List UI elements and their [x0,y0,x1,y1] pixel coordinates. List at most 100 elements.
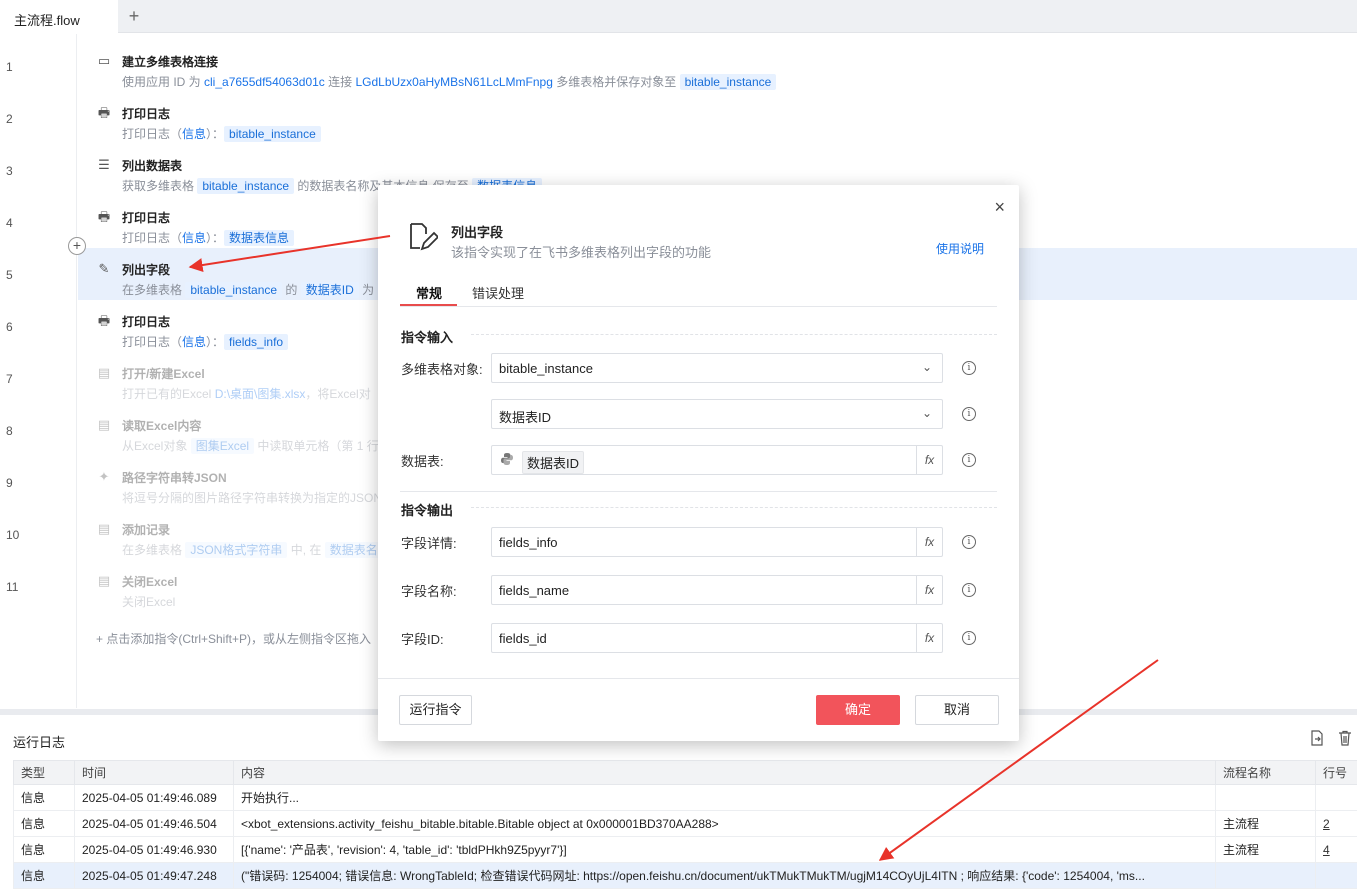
step-text: 获取多维表格 [122,179,198,193]
step-param: 数据表ID [300,282,359,298]
insert-step-icon[interactable]: + [68,237,86,255]
step-text: ，将Excel对 [305,387,371,401]
print-icon: 🖶 [97,209,111,224]
table-label: 数据表: [401,454,444,469]
line-number: 1 [6,60,13,74]
excel-icon: ▤ [97,365,111,380]
step-description: 将逗号分隔的图片路径字符串转换为指定的JSON [122,489,382,506]
step-param: D:\桌面\图集.xlsx [214,387,306,401]
log-cell-time: 2025-04-05 01:49:46.504 [74,810,234,837]
field-name-input[interactable]: fields_name fx [491,575,943,605]
export-icon[interactable] [1310,730,1324,746]
add-tab-icon[interactable]: + [124,6,144,26]
log-cell-time: 2025-04-05 01:49:46.930 [74,836,234,863]
step-param: 数据表信息 [224,230,295,246]
log-cell-line[interactable] [1315,784,1357,811]
info-icon[interactable]: i [962,535,976,549]
log-cell-line[interactable]: 4 [1315,836,1357,863]
table-input[interactable]: 数据表ID fx [491,445,943,475]
ok-button[interactable]: 确定 [816,695,900,725]
column-header[interactable]: 类型 [13,760,75,785]
log-cell-time: 2025-04-05 01:49:47.248 [74,862,234,889]
line-number: 8 [6,424,13,438]
column-header[interactable]: 流程名称 [1215,760,1316,785]
step-title: 打印日志 [122,315,171,329]
flow-step[interactable]: ▭ 建立多维表格连接 使用应用 ID 为 cli_a7655df54063d01c … [78,40,1357,92]
log-cell-line[interactable] [1315,862,1357,889]
log-cell-type: 信息 [13,862,75,889]
tab-main-flow[interactable]: 主流程.flow [0,0,118,33]
field-id-input[interactable]: fields_id fx [491,623,943,653]
fx-icon[interactable]: fx [916,528,942,556]
log-row[interactable]: 信息 2025-04-05 01:49:46.930 [{'name': '产品表'… [13,836,1357,863]
print-icon: 🖶 [97,313,111,328]
step-title: 打开/新建Excel [122,367,205,381]
chevron-down-icon: ⌄ [921,360,932,374]
add-step-hint[interactable]: + 点击添加指令(Ctrl+Shift+P)，或从左侧指令区拖入 [96,630,371,647]
table-mode-select[interactable]: 数据表ID ⌄ [491,399,943,429]
bitable-select[interactable]: bitable_instance ⌄ [491,353,943,383]
python-icon [500,452,514,469]
field-id-value: fields_id [499,631,547,646]
step-title: 列出数据表 [122,159,183,173]
info-icon[interactable]: i [962,583,976,597]
close-icon[interactable]: × [994,197,1005,218]
run-command-button[interactable]: 运行指令 [399,695,472,725]
field-name-value: fields_name [499,583,570,598]
step-text: 打印日志（ [122,335,183,349]
field-id-label: 字段ID: [401,632,444,647]
trash-icon[interactable] [1338,730,1352,746]
step-param: LGdLbUzx0aHyMBsN61LcLMmFnpg [355,75,553,89]
step-text: ）： [206,335,225,349]
bitable-label: 多维表格对象: [401,362,483,377]
help-link[interactable]: 使用说明 [936,240,984,257]
step-text: 从Excel对象 [122,439,191,453]
log-cell-flow: 主流程 [1215,810,1316,837]
step-param: bitable_instance [197,178,295,194]
log-cell-type: 信息 [13,836,75,863]
dialog-footer-divider [378,678,1019,679]
field-detail-input[interactable]: fields_info fx [491,527,943,557]
cancel-button[interactable]: 取消 [915,695,999,725]
run-log-table: 类型 时间 内容 流程名称 行号 信息 2025-04-05 01:49:46.089 开始… [13,760,1357,889]
section-divider [400,491,997,492]
step-description: 打印日志（信息）： bitable_instance [122,125,321,142]
variable-chip[interactable]: 数据表ID [522,451,585,474]
info-icon[interactable]: i [962,407,976,421]
step-param: JSON格式字符串 [185,542,288,558]
column-header[interactable]: 时间 [74,760,234,785]
section-divider [471,507,997,508]
fx-icon[interactable]: fx [916,624,942,652]
tab-general[interactable]: 常规 [416,283,442,302]
step-text: 打印日志（ [122,231,183,245]
step-text: 打开已有的Excel [122,387,215,401]
table-mode-value: 数据表ID [499,410,552,425]
step-title: 打印日志 [122,211,171,225]
step-text: ）： [206,127,225,141]
column-header[interactable]: 行号 [1315,760,1357,785]
log-cell-content: <xbot_extensions.activity_feishu_bitable… [233,810,1216,837]
fx-icon[interactable]: fx [916,576,942,604]
column-header[interactable]: 内容 [233,760,1216,785]
bitable-value: bitable_instance [499,361,593,376]
step-text: 的 [282,283,301,297]
fx-icon[interactable]: fx [916,446,942,474]
log-row[interactable]: 信息 2025-04-05 01:49:46.504 <xbot_extension… [13,810,1357,837]
log-row[interactable]: 信息 2025-04-05 01:49:47.248 ("错误码: 1254004;… [13,862,1357,889]
log-cell-type: 信息 [13,810,75,837]
print-icon: 🖶 [97,105,111,120]
field-detail-value: fields_info [499,535,558,550]
tab-error-handling[interactable]: 错误处理 [472,283,524,302]
info-icon[interactable]: i [962,631,976,645]
list-fields-dialog: × 列出字段 该指令实现了在飞书多维表格列出字段的功能 使用说明 常规 错误处理… [378,185,1019,741]
log-row[interactable]: 信息 2025-04-05 01:49:46.089 开始执行... [13,784,1357,811]
log-cell-flow [1215,862,1316,889]
info-icon[interactable]: i [962,361,976,375]
step-param: bitable_instance [679,74,777,90]
log-cell-line[interactable]: 2 [1315,810,1357,837]
flow-step[interactable]: 🖶 打印日志 打印日志（信息）： bitable_instance [78,92,1357,144]
info-icon[interactable]: i [962,453,976,467]
log-cell-flow [1215,784,1316,811]
list-fields-icon [408,221,440,253]
output-section-title: 指令输出 [401,503,454,518]
